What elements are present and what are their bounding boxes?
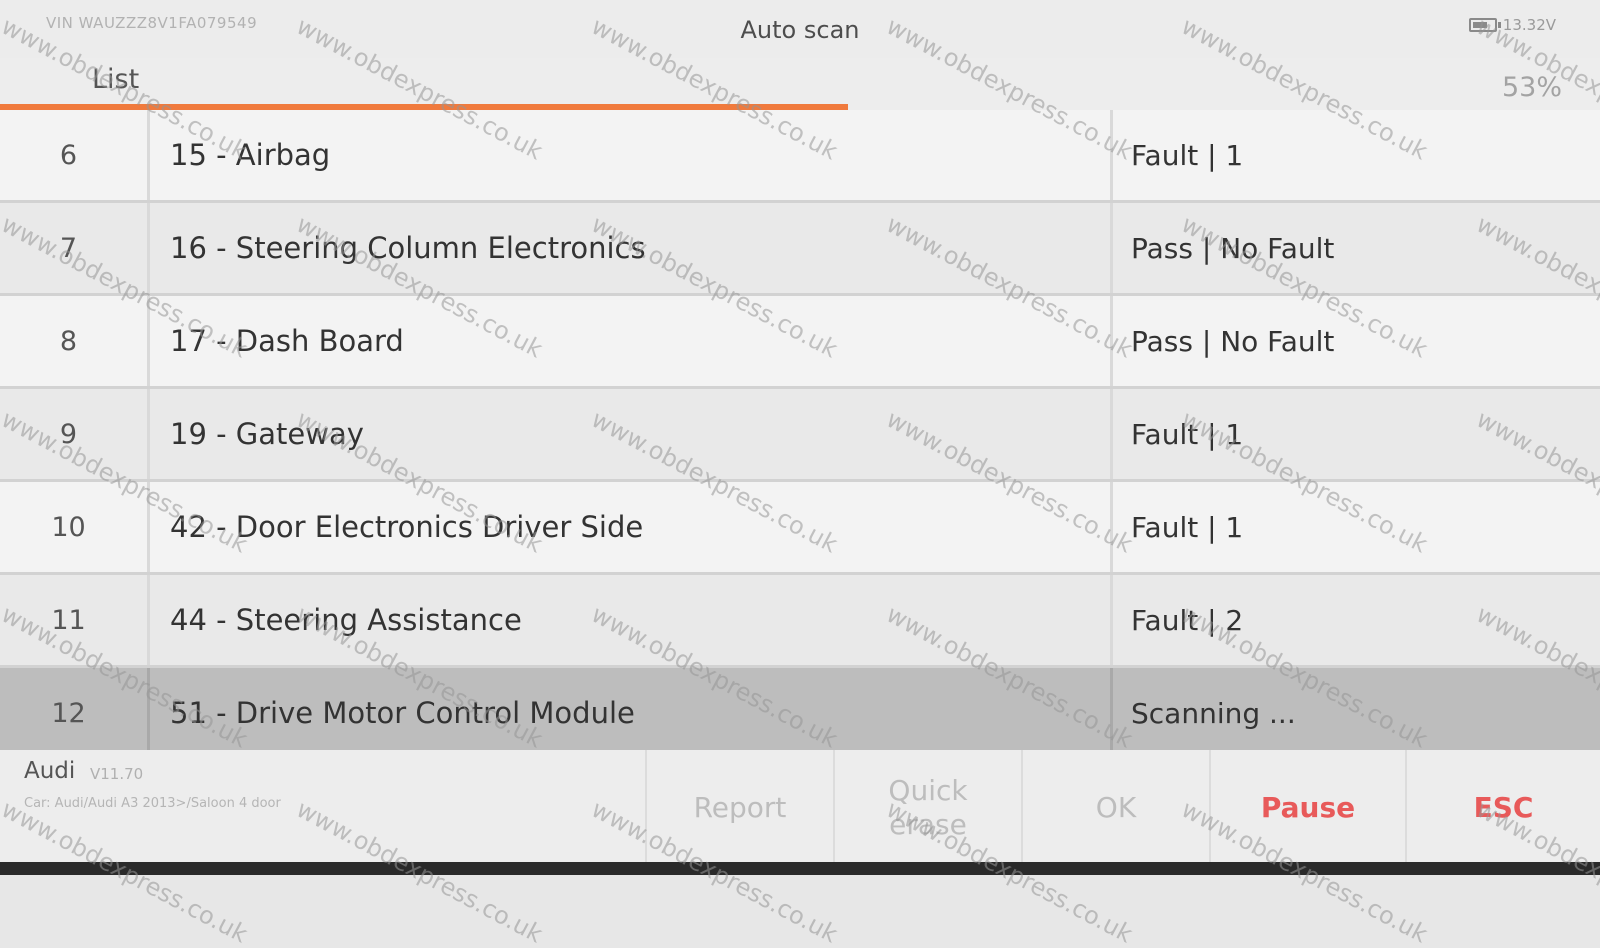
list-label: List xyxy=(92,64,140,95)
row-number: 12 xyxy=(0,668,150,758)
module-name: 51 - Drive Motor Control Module xyxy=(170,696,635,730)
progress-percent: 53% xyxy=(1501,72,1562,103)
module-name: 15 - Airbag xyxy=(170,138,331,172)
table-row[interactable]: 7 16 - Steering Column Electronics Pass … xyxy=(0,203,1600,296)
module-status: Pass | No Fault xyxy=(1110,296,1334,386)
row-number: 8 xyxy=(0,296,150,386)
quick-erase-button[interactable]: Quick erase xyxy=(833,750,1021,865)
battery-icon xyxy=(1468,18,1501,32)
pause-button[interactable]: Pause xyxy=(1209,750,1405,865)
ok-button[interactable]: OK xyxy=(1021,750,1209,865)
table-row[interactable]: 8 17 - Dash Board Pass | No Fault xyxy=(0,296,1600,389)
module-name: 16 - Steering Column Electronics xyxy=(170,231,646,265)
vehicle-brand: Audi xyxy=(24,758,76,784)
module-status: Scanning ... xyxy=(1110,668,1296,758)
module-status: Fault | 1 xyxy=(1110,389,1243,479)
battery-status: 13.32V xyxy=(1468,16,1556,34)
system-nav-bar xyxy=(0,862,1600,875)
row-number: 7 xyxy=(0,203,150,293)
report-button[interactable]: Report xyxy=(645,750,833,865)
module-list: 6 15 - Airbag Fault | 1 7 16 - Steering … xyxy=(0,110,1600,761)
table-row[interactable]: 9 19 - Gateway Fault | 1 xyxy=(0,389,1600,482)
module-name: 19 - Gateway xyxy=(170,417,364,451)
top-bar: VIN WAUZZZ8V1FA079549 Auto scan 13.32V xyxy=(0,0,1600,58)
row-number: 10 xyxy=(0,482,150,572)
table-row[interactable]: 6 15 - Airbag Fault | 1 xyxy=(0,110,1600,203)
module-status: Fault | 2 xyxy=(1110,575,1243,665)
battery-voltage: 13.32V xyxy=(1502,16,1556,34)
module-name: 44 - Steering Assistance xyxy=(170,603,522,637)
table-row[interactable]: 10 42 - Door Electronics Driver Side Fau… xyxy=(0,482,1600,575)
module-name: 17 - Dash Board xyxy=(170,324,404,358)
table-row[interactable]: 11 44 - Steering Assistance Fault | 2 xyxy=(0,575,1600,668)
esc-button[interactable]: ESC xyxy=(1405,750,1600,865)
module-status: Fault | 1 xyxy=(1110,110,1243,200)
vehicle-description: Car: Audi/Audi A3 2013>/Saloon 4 door xyxy=(24,796,281,811)
module-name: 42 - Door Electronics Driver Side xyxy=(170,510,644,544)
row-number: 9 xyxy=(0,389,150,479)
software-version: V11.70 xyxy=(90,765,144,783)
row-number: 11 xyxy=(0,575,150,665)
module-status: Fault | 1 xyxy=(1110,482,1243,572)
row-number: 6 xyxy=(0,110,150,200)
page-title: Auto scan xyxy=(740,16,860,44)
module-status: Pass | No Fault xyxy=(1110,203,1334,293)
table-row-active[interactable]: 12 51 - Drive Motor Control Module Scann… xyxy=(0,668,1600,761)
list-header: List 53% xyxy=(0,58,1600,110)
footer-toolbar: Audi V11.70 Car: Audi/Audi A3 2013>/Salo… xyxy=(0,750,1600,865)
